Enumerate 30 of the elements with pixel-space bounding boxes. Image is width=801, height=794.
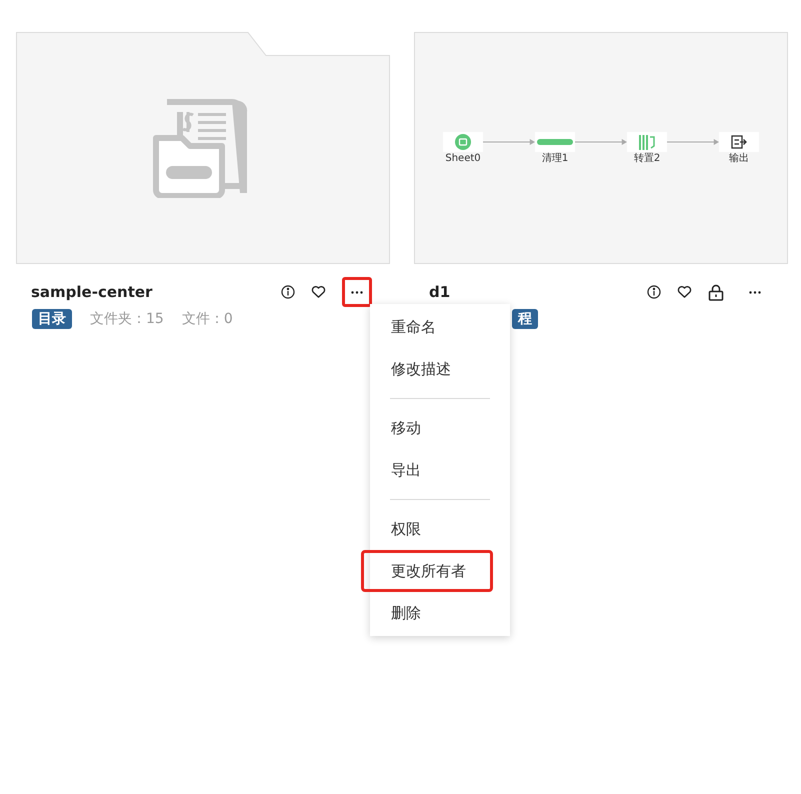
node-label: 转置2 — [634, 154, 660, 164]
menu-item[interactable]: 更改所有者 — [361, 550, 493, 592]
card-title[interactable]: sample-center — [31, 283, 152, 301]
type-tag: 目录 — [32, 309, 72, 329]
info-icon[interactable] — [647, 285, 661, 299]
heart-icon[interactable] — [677, 285, 692, 299]
menu-item[interactable]: 修改描述 — [361, 348, 519, 390]
columns-node-icon — [639, 134, 655, 150]
node-label: Sheet0 — [445, 154, 481, 164]
bar-node-icon — [537, 139, 573, 145]
stat-text: 文件：0 — [182, 310, 233, 328]
node-label: 输出 — [729, 154, 749, 164]
menu-item[interactable]: 导出 — [361, 449, 519, 491]
stat-text: 文件夹：15 — [90, 310, 164, 328]
menu-item[interactable]: 删除 — [361, 592, 519, 634]
arrow — [667, 139, 719, 145]
info-icon[interactable] — [281, 285, 295, 299]
type-tag: 程 — [512, 309, 538, 329]
arrow — [575, 139, 627, 145]
heart-icon[interactable] — [311, 285, 326, 299]
lock-icon[interactable] — [708, 284, 724, 300]
card-title[interactable]: d1 — [429, 283, 450, 301]
more-button[interactable] — [342, 277, 372, 307]
menu-item[interactable]: 权限 — [361, 508, 519, 550]
more-icon — [749, 290, 761, 294]
arrow — [483, 139, 535, 145]
node-label: 清理1 — [542, 154, 568, 164]
more-icon — [351, 290, 363, 294]
menu-item[interactable]: 移动 — [361, 407, 519, 449]
export-node-icon — [731, 135, 747, 149]
